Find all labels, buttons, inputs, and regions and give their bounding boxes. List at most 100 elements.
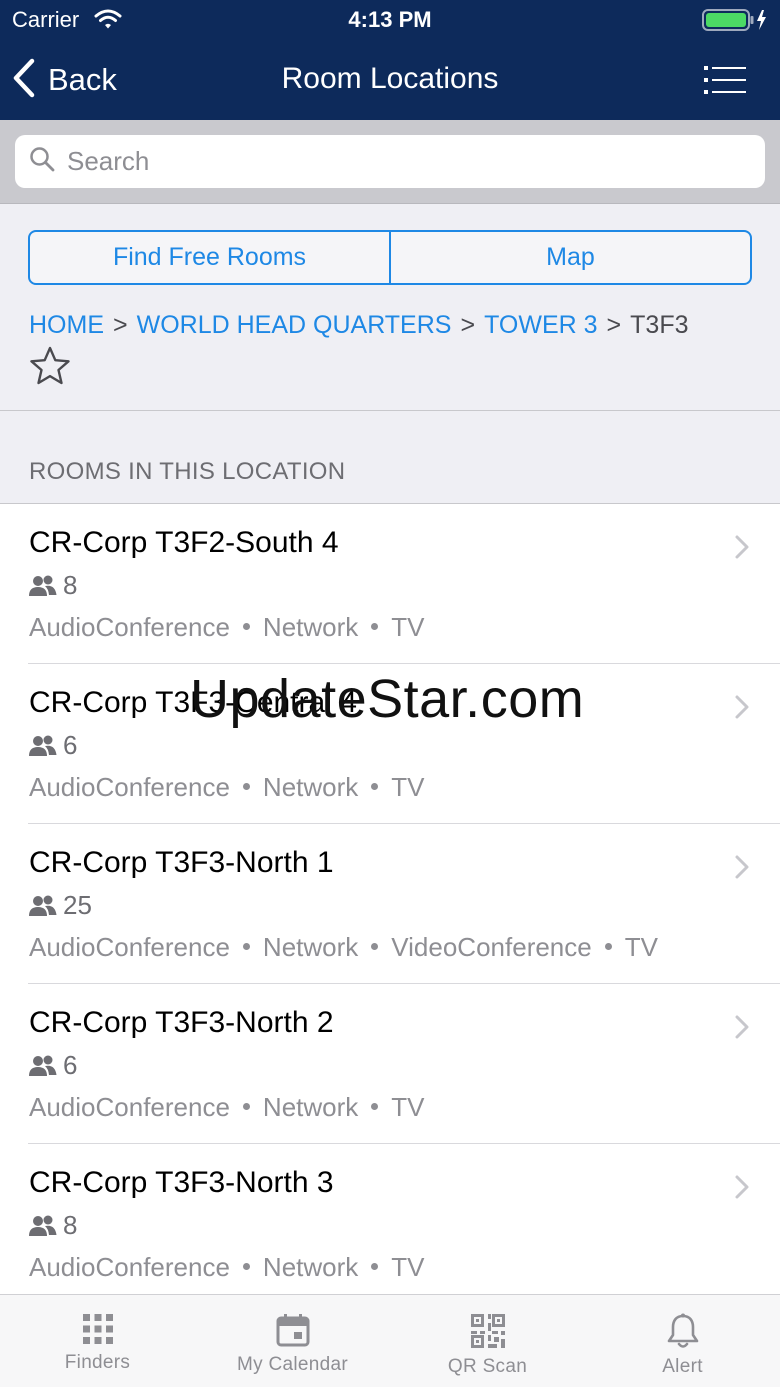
calendar-icon	[276, 1314, 309, 1347]
people-icon	[29, 1215, 57, 1236]
favorite-star-icon[interactable]	[29, 346, 71, 391]
list-menu-icon[interactable]	[704, 65, 746, 100]
room-name: CR-Corp T3F3-Central 4	[29, 686, 357, 719]
search-bar[interactable]	[15, 135, 765, 188]
tab-label: QR Scan	[447, 1356, 528, 1377]
battery-icon	[702, 8, 768, 37]
breadcrumb: HOME > WORLD HEAD QUARTERS > TOWER 3 > T3F3	[29, 311, 689, 340]
chevron-right-icon	[734, 694, 750, 725]
bullet-dot	[242, 1263, 250, 1271]
header: Carrier 4:13 PM Back Room Locations	[0, 0, 780, 120]
amenity: TV	[391, 612, 425, 642]
amenity: TV	[391, 1252, 425, 1282]
chevron-right-icon	[734, 534, 750, 565]
capacity-count: 8	[63, 1210, 78, 1240]
room-capacity: 6	[29, 730, 77, 761]
room-row[interactable]: CR-Corp T3F3-North 2 6 AudioConference Ne…	[0, 984, 780, 1144]
room-row[interactable]: CR-Corp T3F2-South 4 8 AudioConference Ne…	[0, 504, 780, 664]
section-header: ROOMS IN THIS LOCATION	[29, 458, 346, 485]
navigation-bar: Back Room Locations	[0, 40, 780, 120]
room-name: CR-Corp T3F3-North 1	[29, 846, 334, 879]
tab-bar: Finders My Calendar QR Scan Alert	[0, 1294, 780, 1387]
chevron-right-icon	[734, 1014, 750, 1045]
qr-code-icon	[470, 1314, 505, 1348]
room-amenities: AudioConference Network TV	[29, 612, 425, 643]
map-button[interactable]: Map	[389, 232, 750, 283]
amenity: AudioConference	[29, 1092, 230, 1122]
bullet-dot	[371, 943, 379, 951]
room-name: CR-Corp T3F2-South 4	[29, 526, 339, 559]
tab-alert[interactable]: Alert	[585, 1295, 780, 1387]
amenity: Network	[262, 1092, 359, 1122]
bullet-dot	[371, 1103, 379, 1111]
amenity: AudioConference	[29, 932, 230, 962]
tab-label: Alert	[662, 1356, 703, 1377]
room-capacity: 6	[29, 1050, 77, 1081]
amenity: TV	[624, 932, 658, 962]
amenity: AudioConference	[29, 612, 230, 642]
amenity: Network	[262, 932, 359, 962]
bullet-dot	[371, 623, 379, 631]
amenity: Network	[262, 612, 359, 642]
breadcrumb-tower-3[interactable]: TOWER 3	[484, 311, 597, 339]
room-name: CR-Corp T3F3-North 2	[29, 1006, 334, 1039]
bullet-dot	[242, 943, 250, 951]
bullet-dot	[371, 783, 379, 791]
bullet-dot	[371, 1263, 379, 1271]
tab-qr-scan[interactable]: QR Scan	[390, 1295, 585, 1387]
room-row[interactable]: CR-Corp T3F3-North 3 8 AudioConference Ne…	[0, 1144, 780, 1294]
room-row[interactable]: CR-Corp T3F3-North 1 25 AudioConference N…	[0, 824, 780, 984]
amenity: Network	[262, 772, 359, 802]
bell-icon	[667, 1313, 698, 1348]
section-divider	[0, 410, 780, 411]
tab-finders[interactable]: Finders	[0, 1295, 195, 1387]
bullet-dot	[604, 943, 612, 951]
amenity: VideoConference	[391, 932, 592, 962]
room-name: CR-Corp T3F3-North 3	[29, 1166, 334, 1199]
people-icon	[29, 1055, 57, 1076]
tab-label: My Calendar	[236, 1354, 348, 1375]
people-icon	[29, 575, 57, 596]
search-bar-container	[0, 120, 780, 204]
room-capacity: 8	[29, 570, 77, 601]
segmented-control: Find Free Rooms Map	[28, 230, 752, 285]
amenity: TV	[391, 772, 425, 802]
breadcrumb-current: T3F3	[630, 311, 689, 339]
room-capacity: 8	[29, 1210, 77, 1241]
people-icon	[29, 895, 57, 916]
room-row[interactable]: CR-Corp T3F3-Central 4 6 AudioConference…	[0, 664, 780, 824]
status-bar: Carrier 4:13 PM	[0, 0, 780, 40]
breadcrumb-separator: >	[460, 311, 476, 339]
bullet-dot	[242, 1103, 250, 1111]
find-free-rooms-button[interactable]: Find Free Rooms	[30, 232, 389, 283]
breadcrumb-world-head-quarters[interactable]: WORLD HEAD QUARTERS	[137, 311, 452, 339]
bullet-dot	[242, 623, 250, 631]
search-input[interactable]	[67, 146, 717, 177]
room-amenities: AudioConference Network VideoConference TV	[29, 932, 658, 963]
breadcrumb-separator: >	[606, 311, 622, 339]
tab-my-calendar[interactable]: My Calendar	[195, 1295, 390, 1387]
grid-icon	[82, 1314, 113, 1344]
tab-label: Finders	[64, 1352, 131, 1373]
capacity-count: 8	[63, 570, 78, 600]
room-amenities: AudioConference Network TV	[29, 1252, 425, 1283]
room-capacity: 25	[29, 890, 92, 921]
rooms-list: CR-Corp T3F2-South 4 8 AudioConference Ne…	[0, 503, 780, 1294]
people-icon	[29, 735, 57, 756]
search-icon	[29, 146, 55, 177]
chevron-right-icon	[734, 1174, 750, 1205]
capacity-count: 25	[63, 890, 92, 920]
amenity: AudioConference	[29, 772, 230, 802]
breadcrumb-separator: >	[113, 311, 128, 339]
amenity: TV	[391, 1092, 425, 1122]
breadcrumb-home[interactable]: HOME	[29, 311, 104, 339]
capacity-count: 6	[63, 730, 78, 760]
amenity: Network	[262, 1252, 359, 1282]
status-time: 4:13 PM	[348, 7, 432, 32]
chevron-right-icon	[734, 854, 750, 885]
room-amenities: AudioConference Network TV	[29, 1092, 425, 1123]
bullet-dot	[242, 783, 250, 791]
page-title: Room Locations	[281, 62, 499, 95]
capacity-count: 6	[63, 1050, 78, 1080]
amenity: AudioConference	[29, 1252, 230, 1282]
